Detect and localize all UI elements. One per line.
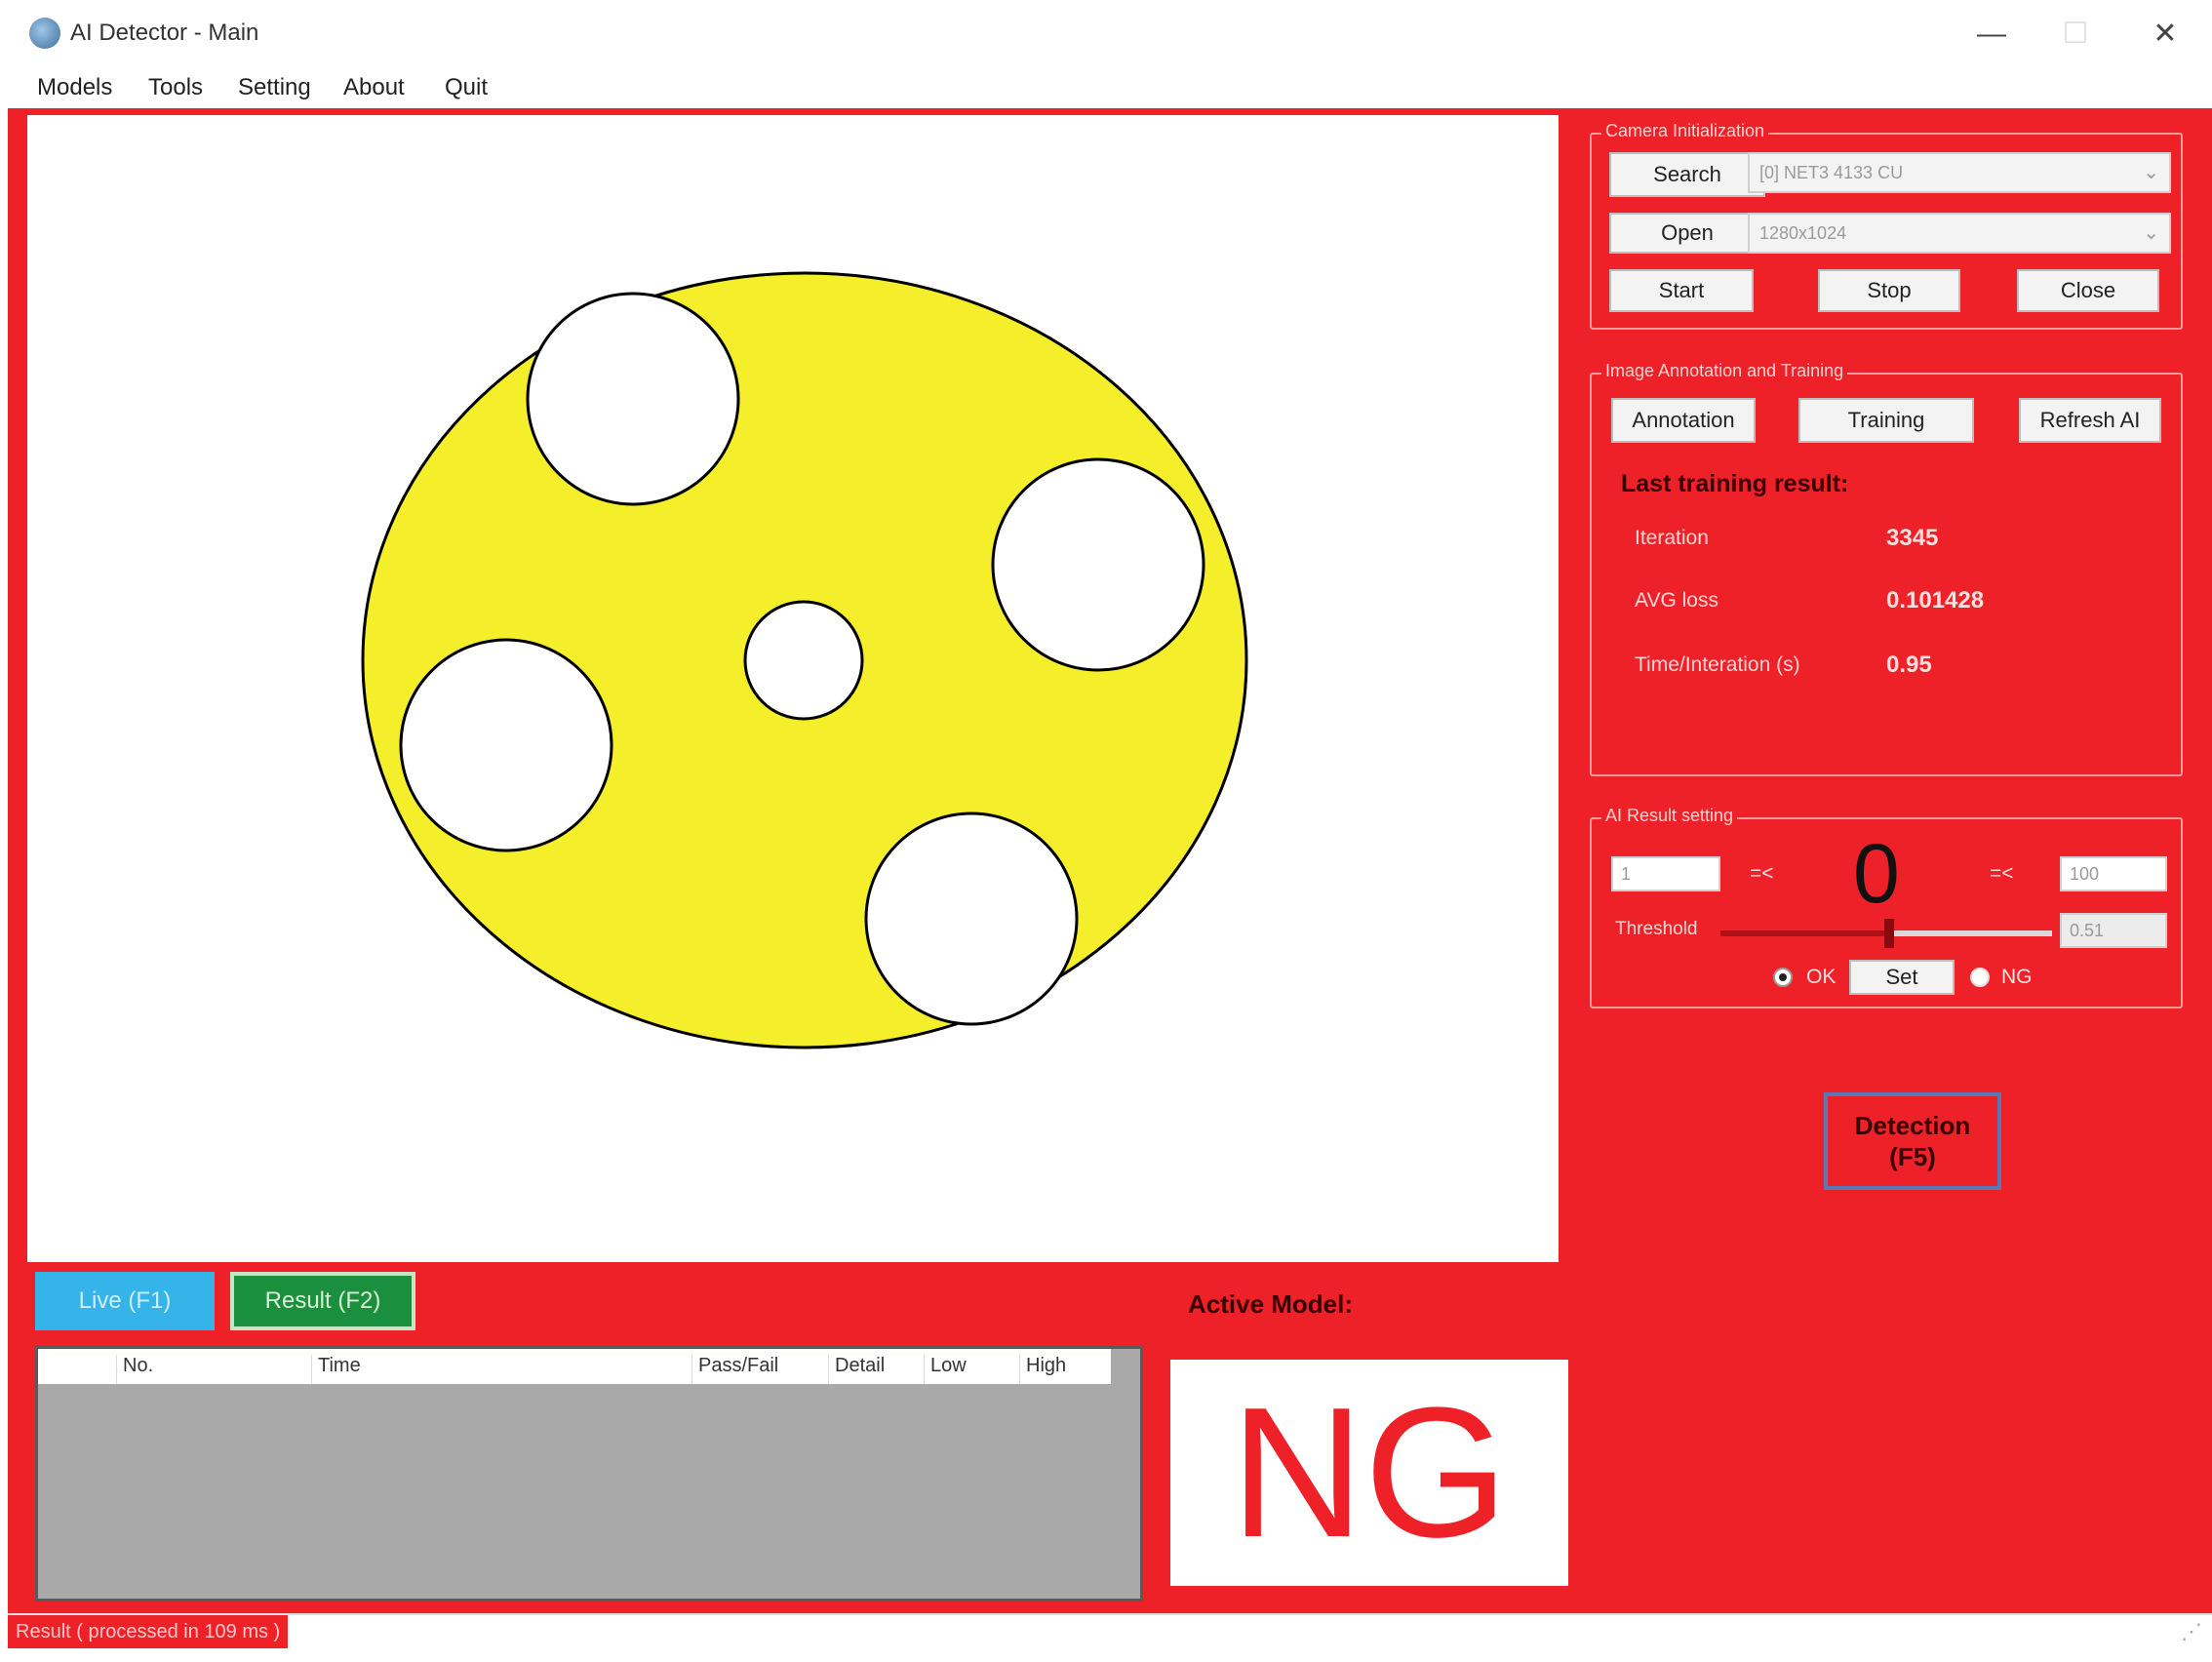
annotation-button[interactable]: Annotation <box>1611 398 1756 443</box>
part-center-hole <box>743 600 864 721</box>
detection-label-line1: Detection <box>1854 1111 1971 1140</box>
annotation-training-title: Image Annotation and Training <box>1601 361 1848 381</box>
radio-selected-dot <box>1779 973 1787 981</box>
inspected-part-image <box>361 271 1248 1049</box>
low-limit-input[interactable]: 1 <box>1611 856 1720 891</box>
detection-button[interactable]: Detection (F5) <box>1824 1092 2001 1190</box>
detection-label-line2: (F5) <box>1889 1142 1936 1171</box>
menu-tools[interactable]: Tools <box>148 74 203 101</box>
window-title: AI Detector - Main <box>70 20 259 46</box>
minimize-button[interactable]: — <box>1962 10 2021 59</box>
camera-image-view[interactable] <box>27 115 1559 1262</box>
camera-close-button[interactable]: Close <box>2017 269 2159 312</box>
threshold-value-box: 0.51 <box>2060 913 2167 948</box>
camera-device-value: [0] NET3 4133 CU <box>1759 163 1904 182</box>
live-tab-button[interactable]: Live (F1) <box>35 1272 215 1330</box>
maximize-button[interactable]: ☐ <box>2046 10 2105 59</box>
ai-result-title: AI Result setting <box>1601 806 1738 826</box>
column-header-low[interactable]: Low <box>924 1355 967 1384</box>
open-button[interactable]: Open <box>1609 213 1765 254</box>
ok-radio[interactable] <box>1773 968 1793 987</box>
resize-grip-icon[interactable]: ⋰ <box>2181 1619 2202 1644</box>
training-button[interactable]: Training <box>1798 398 1974 443</box>
resolution-select[interactable]: 1280x1024 ⌄ <box>1748 213 2171 254</box>
status-bar <box>8 1613 2212 1652</box>
high-limit-input[interactable]: 100 <box>2060 856 2167 891</box>
status-text: Result ( processed in 109 ms ) <box>8 1615 289 1648</box>
app-logo-icon <box>29 18 60 49</box>
slider-thumb[interactable] <box>1884 919 1894 948</box>
part-hole <box>526 292 740 506</box>
chevron-down-icon: ⌄ <box>2143 222 2159 244</box>
camera-device-select[interactable]: [0] NET3 4133 CU ⌄ <box>1748 152 2171 193</box>
column-header-detail[interactable]: Detail <box>828 1355 885 1384</box>
search-button[interactable]: Search <box>1609 152 1765 197</box>
ng-radio[interactable] <box>1970 968 1990 987</box>
less-equal-label-2: =< <box>1990 862 2014 885</box>
part-hole <box>399 638 613 852</box>
result-text: NG <box>1230 1369 1509 1576</box>
column-header-time[interactable]: Time <box>311 1355 361 1384</box>
menu-bar: Models Tools Setting About Quit <box>8 66 2212 111</box>
ok-radio-label: OK <box>1806 966 1837 988</box>
active-model-label: Active Model: <box>1188 1289 1354 1319</box>
result-tab-button[interactable]: Result (F2) <box>230 1272 415 1330</box>
chevron-down-icon: ⌄ <box>2143 162 2159 183</box>
avg-loss-label: AVG loss <box>1635 589 1718 612</box>
column-header-pass-fail[interactable]: Pass/Fail <box>691 1355 778 1384</box>
refresh-ai-button[interactable]: Refresh AI <box>2019 398 2161 443</box>
slider-fill <box>1720 930 1889 936</box>
start-button[interactable]: Start <box>1609 269 1754 312</box>
results-grid[interactable]: No. Time Pass/Fail Detail Low High <box>35 1346 1143 1602</box>
title-bar <box>0 0 2212 66</box>
set-button[interactable]: Set <box>1849 960 1955 995</box>
column-header-no[interactable]: No. <box>116 1355 153 1384</box>
time-per-iteration-label: Time/Interation (s) <box>1635 653 1800 676</box>
less-equal-label-1: =< <box>1750 862 1774 885</box>
last-training-result-label: Last training result: <box>1621 470 1849 497</box>
iteration-label: Iteration <box>1635 527 1709 549</box>
part-hole <box>864 811 1079 1026</box>
column-header-high[interactable]: High <box>1019 1355 1066 1384</box>
threshold-label: Threshold <box>1615 919 1698 939</box>
ng-radio-label: NG <box>2001 966 2033 988</box>
iteration-value: 3345 <box>1886 525 1939 551</box>
menu-models[interactable]: Models <box>37 74 112 101</box>
detected-count: 0 <box>1853 827 1900 921</box>
resolution-value: 1280x1024 <box>1759 223 1847 243</box>
grid-header: No. Time Pass/Fail Detail Low High <box>38 1349 1111 1384</box>
part-hole <box>991 457 1205 672</box>
time-per-iteration-value: 0.95 <box>1886 652 1932 678</box>
menu-setting[interactable]: Setting <box>238 74 311 101</box>
result-display: NG <box>1170 1360 1568 1586</box>
menu-quit[interactable]: Quit <box>445 74 488 101</box>
camera-init-title: Camera Initialization <box>1601 121 1769 141</box>
avg-loss-value: 0.101428 <box>1886 587 1985 613</box>
close-window-button[interactable]: ✕ <box>2136 10 2194 59</box>
menu-about[interactable]: About <box>343 74 405 101</box>
stop-button[interactable]: Stop <box>1818 269 1960 312</box>
threshold-slider[interactable] <box>1720 917 2052 950</box>
